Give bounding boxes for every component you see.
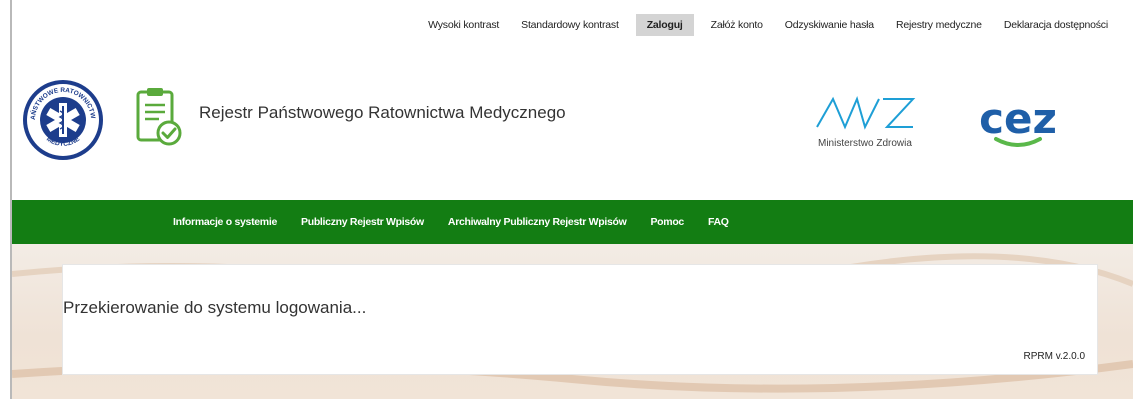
prm-logo[interactable]: PAŃSTWOWE RATOWNICTWO MEDYCZNE <box>22 79 104 161</box>
version-label: RPRM v.2.0.0 <box>1023 351 1086 362</box>
top-nav: Wysoki kontrast Standardowy kontrast Zal… <box>417 14 1119 36</box>
main-nav: Informacje o systemie Publiczny Rejestr … <box>12 200 1133 244</box>
accessibility-declaration-link[interactable]: Deklaracja dostępności <box>993 14 1119 36</box>
redirect-message: Przekierowanie do systemu logowania... <box>63 298 367 317</box>
site-title: Rejestr Państwowego Ratownictwa Medyczne… <box>199 103 566 122</box>
create-account-link[interactable]: Załóż konto <box>700 14 774 36</box>
standard-contrast-link[interactable]: Standardowy kontrast <box>510 14 630 36</box>
nav-archive-register[interactable]: Archiwalny Publiczny Rejestr Wpisów <box>448 216 627 228</box>
high-contrast-link[interactable]: Wysoki kontrast <box>417 14 510 36</box>
nav-system-info[interactable]: Informacje o systemie <box>173 216 277 228</box>
content-panel: Przekierowanie do systemu logowania... R… <box>62 264 1098 375</box>
nav-public-register[interactable]: Publiczny Rejestr Wpisów <box>301 216 424 228</box>
login-link[interactable]: Zaloguj <box>635 14 694 36</box>
medical-registers-link[interactable]: Rejestry medyczne <box>885 14 993 36</box>
nav-help[interactable]: Pomoc <box>650 216 684 228</box>
cez-logo[interactable]: cez <box>974 93 1062 153</box>
clipboard-check-icon <box>136 88 182 146</box>
svg-text:cez: cez <box>979 94 1057 143</box>
site-header: PAŃSTWOWE RATOWNICTWO MEDYCZNE Rejestr P… <box>12 62 1133 192</box>
mz-logo-text: Ministerstwo Zdrowia <box>818 138 912 149</box>
nav-faq[interactable]: FAQ <box>708 216 729 228</box>
password-recovery-link[interactable]: Odzyskiwanie hasła <box>774 14 885 36</box>
